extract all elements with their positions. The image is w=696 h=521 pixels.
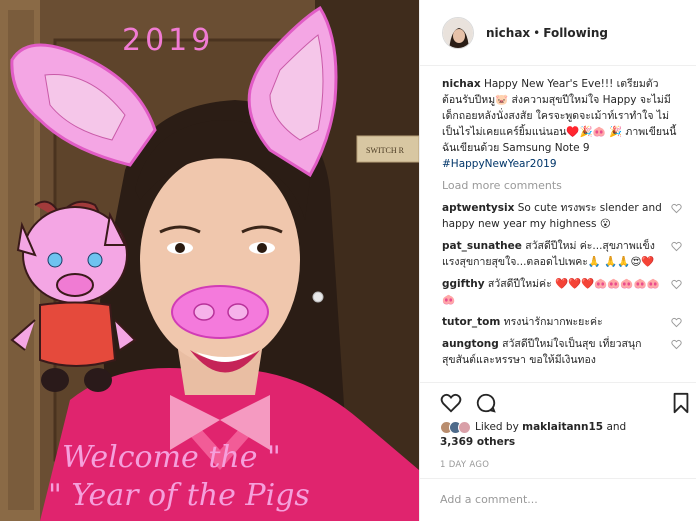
liker-avatar bbox=[458, 420, 471, 434]
avatar-image bbox=[443, 17, 473, 48]
liker-username-link[interactable]: maklaitann15 bbox=[522, 421, 603, 433]
comment-text: ทรงน่ารักมากพะยะค่ะ bbox=[500, 316, 603, 328]
drawn-year-text: 2019 bbox=[122, 23, 214, 58]
following-button[interactable]: Following bbox=[543, 26, 608, 40]
comment-item: aungtong สวัสดีปีใหม่ใจเป็นสุข เที่ยวสนุ… bbox=[442, 336, 682, 368]
comments-list[interactable]: nichax Happy New Year's Eve!!! เตรียมตัว… bbox=[420, 66, 696, 382]
likes-summary: Liked by maklaitann15 and 3,369 others bbox=[440, 420, 686, 450]
caption-hashtag-link[interactable]: #HappyNewYear2019 bbox=[442, 158, 557, 170]
load-more-comments-button[interactable]: Load more comments bbox=[442, 178, 682, 194]
welcome-text-line2: " Year of the Pigs bbox=[48, 478, 310, 513]
likes-count-link[interactable]: 3,369 others bbox=[440, 436, 515, 448]
post-header: nichax • Following bbox=[420, 0, 696, 66]
comment-username-link[interactable]: aptwentysix bbox=[442, 202, 514, 214]
comment-icon[interactable] bbox=[475, 392, 497, 414]
comment-username-link[interactable]: tutor_tom bbox=[442, 316, 500, 328]
comment-like-heart-icon[interactable] bbox=[671, 339, 682, 350]
welcome-text-line1: Welcome the " bbox=[62, 440, 281, 475]
post-photo[interactable]: SWITCH R 2019 Welcome the " " Year of th… bbox=[0, 0, 419, 521]
comment-like-heart-icon[interactable] bbox=[671, 241, 682, 252]
comment-username-link[interactable]: ggifthy bbox=[442, 278, 485, 290]
comment-like-heart-icon[interactable] bbox=[671, 317, 682, 328]
post-actions-bar bbox=[420, 382, 696, 420]
author-username-link[interactable]: nichax bbox=[486, 26, 530, 40]
switch-sign-text: SWITCH R bbox=[366, 146, 405, 155]
comment-username-link[interactable]: aungtong bbox=[442, 338, 499, 350]
liker-avatars bbox=[440, 420, 471, 434]
comment-item: aptwentysix So cute ทรงพระ slender and h… bbox=[442, 200, 682, 232]
comment-item: pat_sunathee สวัสดีปีใหม่ ค่ะ...สุขภาพแข… bbox=[442, 238, 682, 270]
post-timestamp[interactable]: 1 DAY AGO bbox=[440, 460, 489, 470]
comment-like-heart-icon[interactable] bbox=[671, 203, 682, 214]
comment-username-link[interactable]: pat_sunathee bbox=[442, 240, 522, 252]
header-separator: • bbox=[533, 25, 541, 40]
comment-like-heart-icon[interactable] bbox=[671, 279, 682, 290]
photo-illustration: SWITCH R 2019 Welcome the " " Year of th… bbox=[0, 0, 419, 521]
add-comment-input[interactable]: Add a comment... bbox=[420, 478, 696, 521]
post-side-panel: nichax • Following nichax Happy New Year's… bbox=[419, 0, 696, 521]
caption-username-link[interactable]: nichax bbox=[442, 78, 481, 90]
post-caption: nichax Happy New Year's Eve!!! เตรียมตัว… bbox=[442, 76, 682, 172]
likes-middle: and bbox=[603, 421, 627, 433]
likes-prefix: Liked by bbox=[475, 421, 523, 433]
comment-item: tutor_tom ทรงน่ารักมากพะยะค่ะ bbox=[442, 314, 682, 330]
author-avatar[interactable] bbox=[442, 16, 474, 49]
heart-icon[interactable] bbox=[440, 392, 462, 414]
bookmark-icon[interactable] bbox=[672, 392, 690, 414]
comment-item: ggifthy สวัสดีปีใหม่ค่ะ ❤️❤️❤️🐽🐽🐽🐽🐽🐽 bbox=[442, 276, 682, 308]
